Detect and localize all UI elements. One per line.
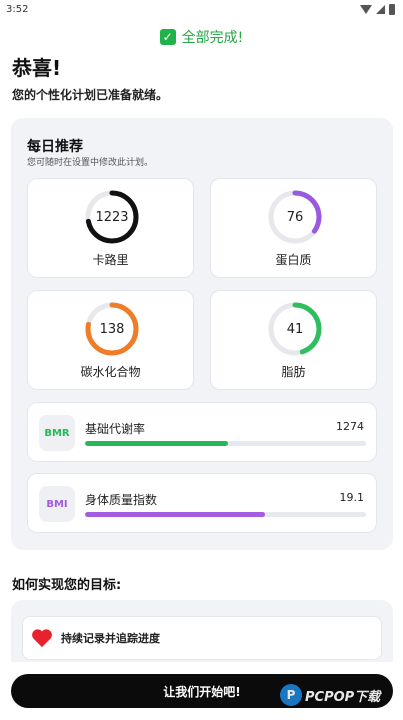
bmr-badge: BMR: [39, 415, 75, 451]
goal-tips-panel: 持续记录并追踪进度: [11, 600, 393, 662]
watermark-text: PCPOP下载: [305, 689, 381, 705]
panel-title: 每日推荐: [27, 139, 83, 155]
goal-tip-item[interactable]: 持续记录并追踪进度: [22, 616, 382, 660]
calories-label: 卡路里: [92, 253, 129, 267]
carbs-value: 138: [99, 321, 125, 337]
battery-icon: [389, 3, 395, 15]
fat-label: 脂肪: [281, 365, 306, 379]
check-icon: ✓: [159, 29, 176, 45]
bmr-progress-track: [85, 441, 366, 446]
heart-icon: [32, 629, 52, 648]
page-title: 恭喜!: [12, 56, 62, 80]
bmr-value: 1274: [336, 420, 364, 433]
status-bar: 3:52: [0, 0, 403, 18]
wifi-icon: [360, 4, 372, 14]
stat-row-bmi[interactable]: BMI 身体质量指数 19.1: [27, 473, 377, 533]
bmi-progress-fill: [85, 512, 265, 517]
completion-banner: ✓ 全部完成!: [0, 27, 403, 47]
bmi-progress-track: [85, 512, 366, 517]
nutrient-tile-carbs[interactable]: 138 碳水化合物: [27, 290, 194, 390]
status-icons: [360, 3, 395, 15]
bmr-progress-fill: [85, 441, 229, 446]
goal-section-title: 如何实现您的目标:: [12, 578, 122, 593]
status-time: 3:52: [6, 3, 29, 15]
bmi-value: 19.1: [339, 491, 365, 504]
protein-value: 76: [286, 209, 304, 225]
completion-text: 全部完成!: [181, 30, 244, 46]
watermark: P PCPOP下载: [280, 684, 380, 706]
panel-subtitle: 您可随时在设置中修改此计划。: [27, 158, 154, 168]
protein-label: 蛋白质: [275, 253, 312, 267]
fat-value: 41: [286, 321, 304, 337]
nutrient-tile-protein[interactable]: 76 蛋白质: [210, 178, 377, 278]
watermark-logo-icon: P: [280, 684, 302, 706]
calories-value: 1223: [95, 209, 129, 225]
goal-tip-label: 持续记录并追踪进度: [61, 632, 160, 645]
nutrient-tile-fat[interactable]: 41 脂肪: [210, 290, 377, 390]
bmr-name: 基础代谢率: [85, 422, 146, 436]
signal-icon: [376, 4, 385, 14]
carbs-label: 碳水化合物: [80, 365, 141, 379]
daily-recommendation-panel: 每日推荐 您可随时在设置中修改此计划。 1223 卡路里 76 蛋白质 138 …: [11, 118, 393, 550]
bmi-name: 身体质量指数: [85, 493, 158, 507]
nutrient-tile-calories[interactable]: 1223 卡路里: [27, 178, 194, 278]
stat-row-bmr[interactable]: BMR 基础代谢率 1274: [27, 402, 377, 462]
page-subtitle: 您的个性化计划已准备就绪。: [12, 88, 169, 102]
bmi-badge: BMI: [39, 486, 75, 522]
